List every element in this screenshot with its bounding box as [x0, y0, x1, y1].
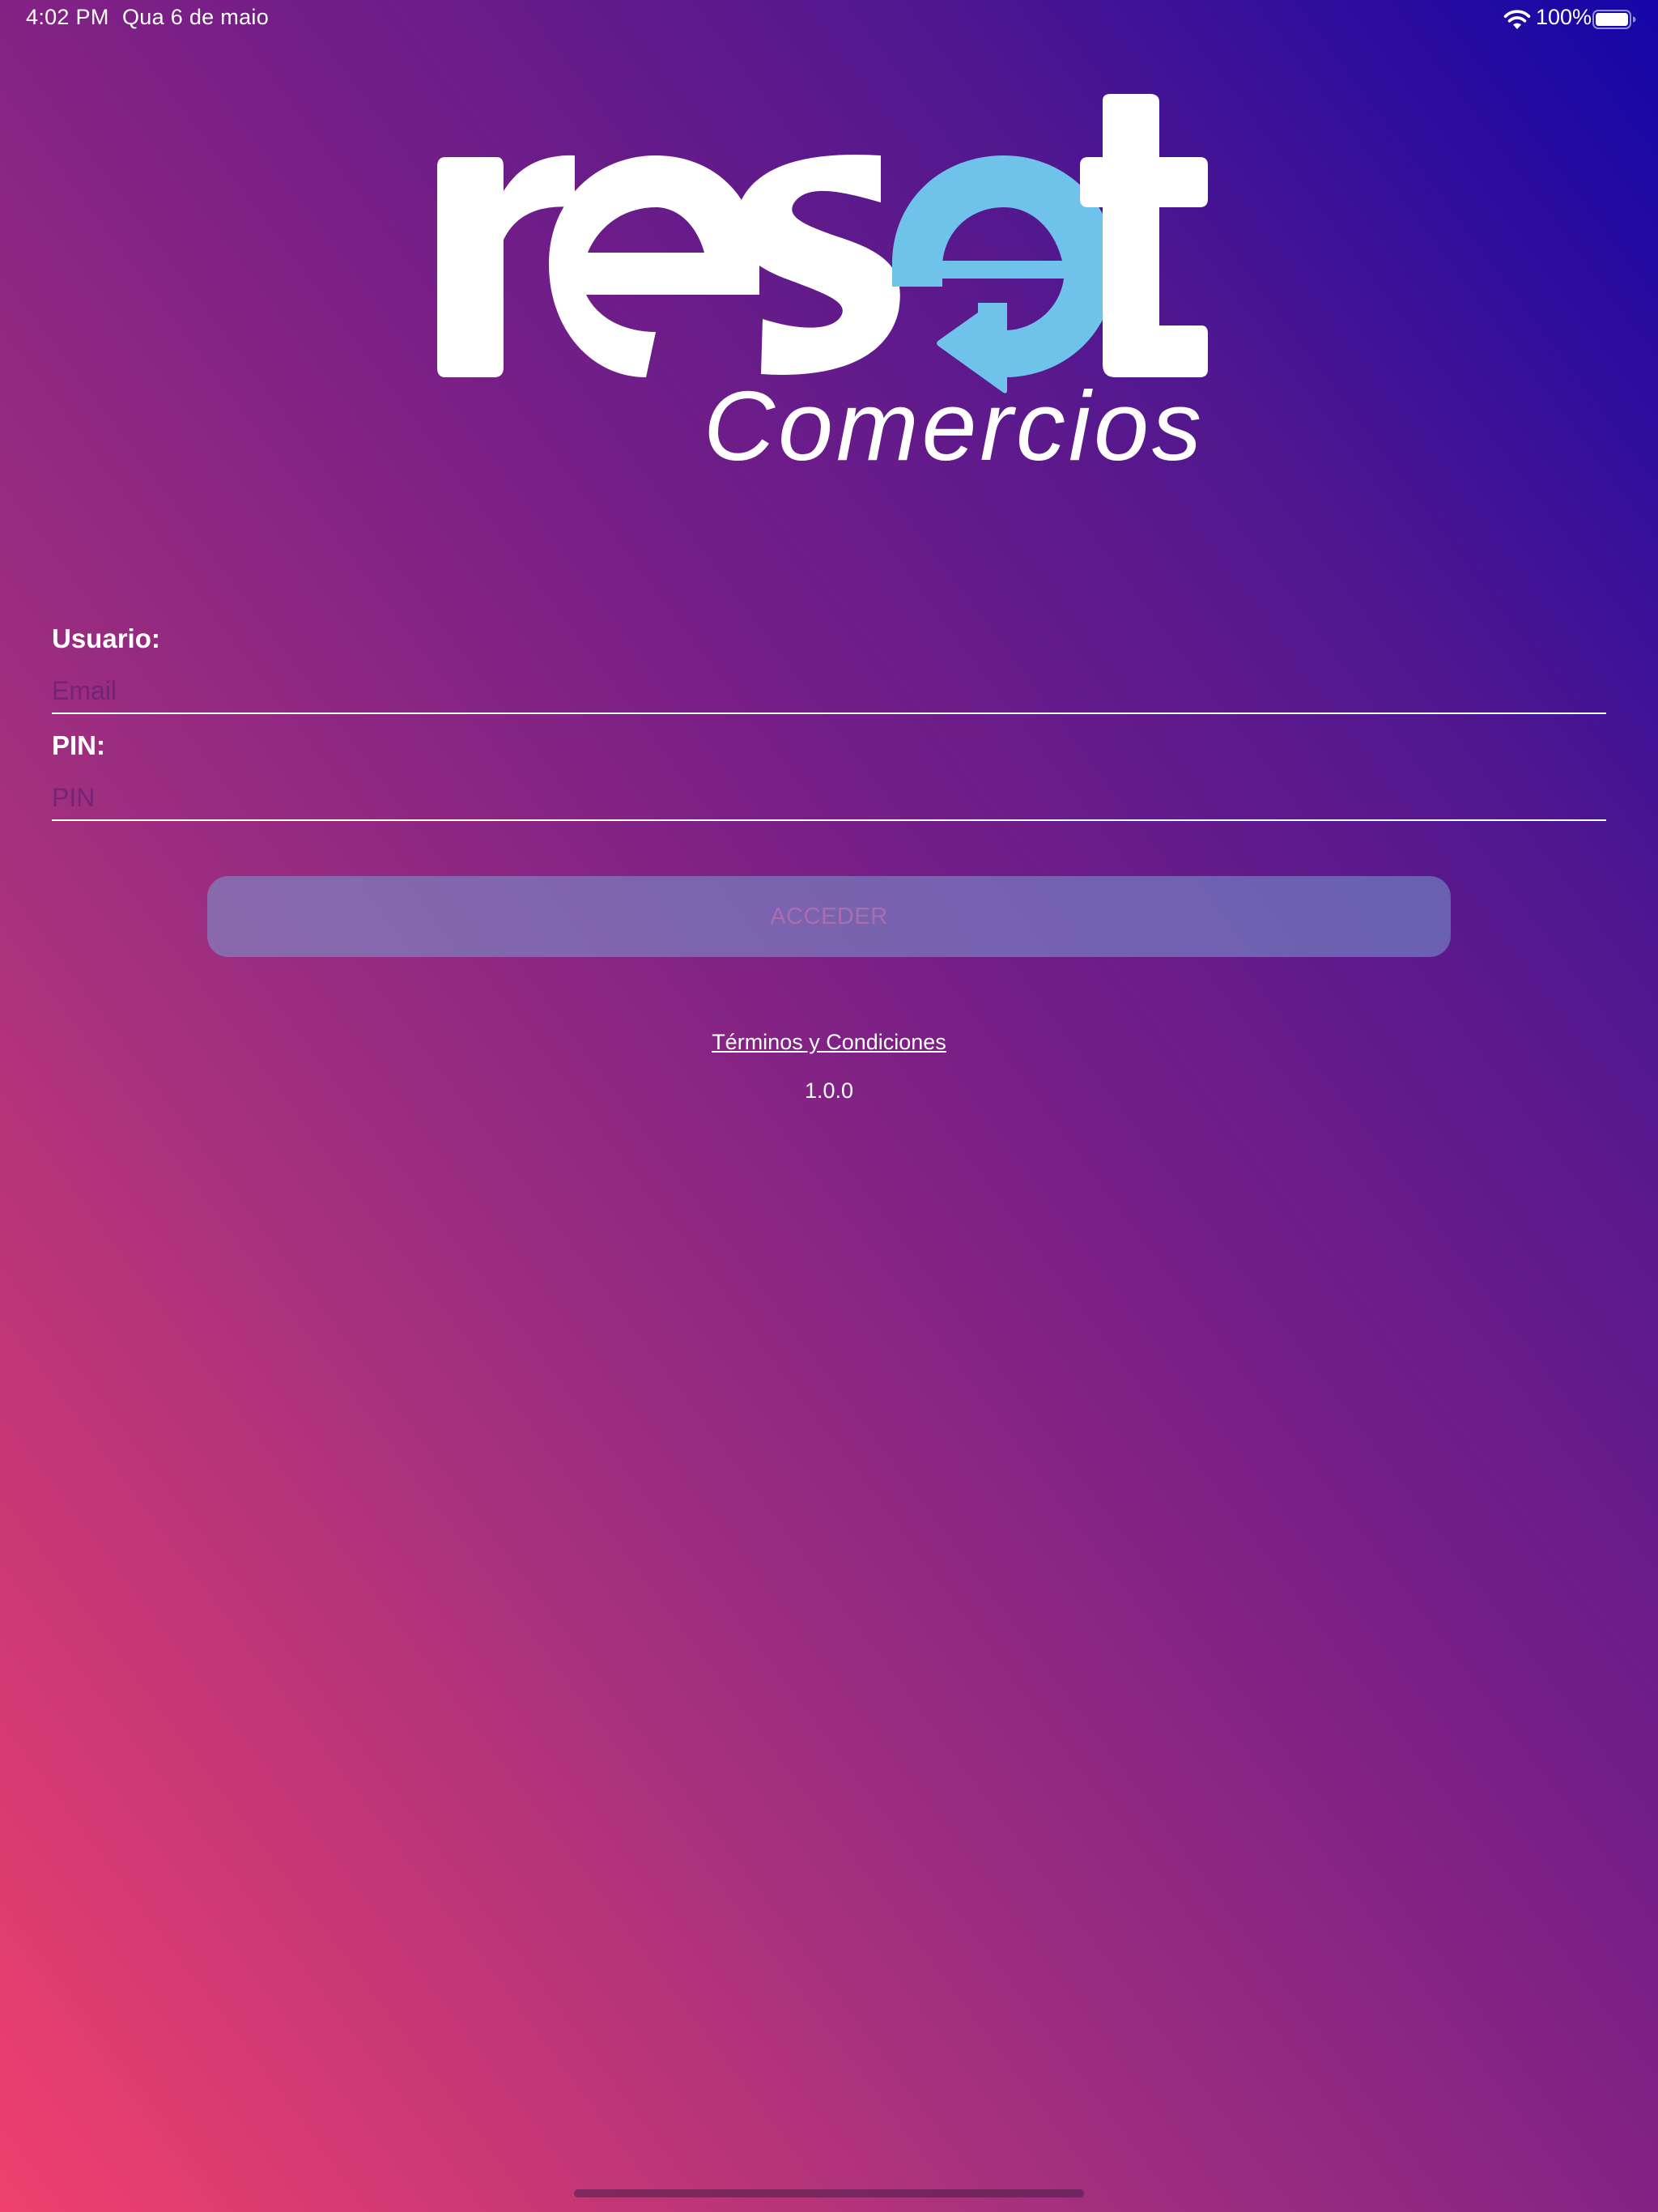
app-version: 1.0.0 — [804, 1078, 854, 1103]
logo-letter-s — [735, 154, 900, 375]
email-input[interactable] — [52, 669, 1606, 714]
status-date: Qua 6 de maio — [122, 5, 270, 29]
pin-input[interactable] — [52, 776, 1606, 821]
access-button[interactable]: ACCEDER — [207, 876, 1451, 957]
battery-icon — [1592, 10, 1636, 29]
reset-comercios-logo: Comercios — [437, 94, 1208, 473]
logo-letter-e — [549, 155, 759, 377]
wifi-icon — [1503, 10, 1531, 29]
logo-subtitle: Comercios — [704, 371, 1205, 473]
status-bar: 4:02 PM Qua 6 de maio 100% — [0, 0, 1658, 37]
battery-percentage: 100% — [1536, 5, 1592, 29]
user-label: Usuario: — [52, 623, 160, 653]
pin-label: PIN: — [52, 730, 105, 760]
home-indicator[interactable] — [574, 2189, 1084, 2197]
status-time: 4:02 PM — [26, 5, 109, 29]
terms-and-conditions-link[interactable]: Términos y Condiciones — [0, 1030, 1658, 1055]
